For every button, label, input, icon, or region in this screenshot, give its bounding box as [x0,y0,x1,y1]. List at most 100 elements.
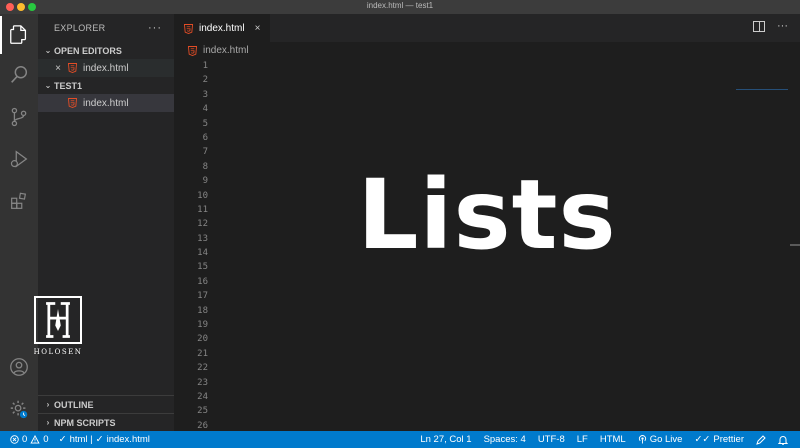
end-of-line[interactable]: LF [577,434,588,445]
line-number: 24 [197,391,208,402]
warning-count: 0 [43,434,49,445]
logo-emblem [34,296,82,344]
extensions-button[interactable] [0,182,38,220]
double-check-icon: ✓✓ [694,434,711,445]
chevron-down-icon: ⌄ [44,81,52,90]
status-bar: 0 0 ✓ html | ✓ index.html Ln 27, Col 1 S… [0,431,800,448]
search-icon [11,66,28,83]
logo-letter-h-icon [46,302,70,338]
explorer-more-actions-button[interactable]: ··· [148,22,162,34]
extensions-icon [11,192,27,209]
language-mode[interactable]: HTML [600,434,626,445]
language-check-indicator[interactable]: ✓ html | ✓ index.html [59,434,150,445]
problems-indicator[interactable]: 0 0 [10,434,49,445]
explorer-icon [10,25,27,44]
folder-label: TEST1 [54,80,83,91]
feedback-button[interactable] [756,434,766,445]
line-number: 7 [202,147,208,158]
cursor-position[interactable]: Ln 27, Col 1 [420,434,471,445]
account-icon [10,358,28,376]
line-number: 20 [197,334,208,345]
indentation-setting[interactable]: Spaces: 4 [484,434,526,445]
close-editor-icon[interactable]: × [52,63,64,74]
file-tree-filename: index.html [83,97,129,109]
run-debug-icon [10,150,28,168]
chevron-down-icon: ⌄ [44,46,52,55]
line-number: 16 [197,276,208,287]
broadcast-icon [638,435,646,444]
html-file-icon [188,45,197,56]
activity-bar [0,14,38,431]
line-number: 1 [202,61,208,71]
bell-icon [778,435,788,445]
npm-scripts-section[interactable]: › NPM SCRIPTS [38,413,174,431]
line-number: 21 [197,348,208,359]
line-number: 25 [197,406,208,417]
manage-gear-icon [10,400,28,419]
go-live-label: Go Live [649,434,683,445]
video-overlay-title: Lists [357,159,617,271]
language-check-label: html | [69,434,93,445]
line-number: 22 [197,363,208,374]
logo-wordmark: HOLOSEN [33,348,83,356]
html-file-icon [68,98,77,108]
html-file-icon [68,63,77,73]
feedback-icon [756,434,766,445]
line-number: 23 [197,377,208,388]
error-count: 0 [22,434,28,445]
split-editor-icon[interactable] [753,21,765,32]
npm-scripts-label: NPM SCRIPTS [54,417,116,428]
breadcrumb[interactable]: index.html [174,42,800,59]
line-number: 4 [202,104,208,115]
file-encoding[interactable]: UTF-8 [538,434,565,445]
chevron-right-icon: › [46,418,50,427]
line-number: 3 [202,89,208,100]
outline-label: OUTLINE [54,399,94,410]
tab-index-html[interactable]: index.html × [174,14,270,42]
line-number: 18 [197,305,208,316]
check-icon: ✓ [95,434,104,445]
line-number: 19 [197,320,208,331]
html-file-icon [184,23,193,34]
minimap-viewport[interactable] [736,89,788,90]
file-check-label: index.html [106,434,150,445]
window-title: index.html — test1 [366,1,434,10]
tab-label: index.html [199,23,245,34]
explorer-button[interactable] [0,16,38,54]
go-live-button[interactable]: Go Live [638,434,683,445]
open-editors-label: OPEN EDITORS [54,45,122,56]
check-icon: ✓ [58,434,67,445]
line-number: 2 [202,75,208,86]
prettier-label: Prettier [713,434,744,445]
search-button[interactable] [0,56,38,94]
line-number: 6 [202,132,208,143]
open-editor-item[interactable]: × index.html [38,59,174,77]
source-control-icon [11,107,27,127]
editor-area: index.html × ··· index.html 1 2 3 4 5 6 7 8 9 10 1… [174,14,800,431]
sidebar-bottom-sections: › OUTLINE › NPM SCRIPTS [38,395,174,431]
explorer-title: EXPLORER [54,23,106,33]
open-editor-filename: index.html [83,62,129,74]
title-bar: index.html — test1 [0,0,800,14]
outline-section[interactable]: › OUTLINE [38,395,174,413]
line-number: 17 [197,291,208,302]
chevron-right-icon: › [46,400,50,409]
breadcrumb-file: index.html [203,45,249,56]
editor-more-actions-button[interactable]: ··· [777,21,788,32]
tab-close-button[interactable]: × [255,23,261,34]
error-icon [10,435,19,444]
notifications-button[interactable] [778,435,788,445]
open-editors-section[interactable]: ⌄ OPEN EDITORS [38,42,174,59]
line-number: 5 [202,118,208,129]
run-debug-button[interactable] [0,140,38,178]
warning-icon [30,435,40,444]
holosen-logo: HOLOSEN [30,296,86,356]
file-tree-item[interactable]: index.html [38,94,174,112]
explorer-sidebar: EXPLORER ··· ⌄ OPEN EDITORS × index.html… [38,14,174,431]
folder-section-test1[interactable]: ⌄ TEST1 [38,77,174,94]
manage-button[interactable] [0,390,38,428]
source-control-button[interactable] [0,98,38,136]
prettier-status[interactable]: ✓✓ Prettier [694,434,744,445]
editor-actions: ··· [753,21,788,32]
explorer-header: EXPLORER ··· [38,14,174,42]
